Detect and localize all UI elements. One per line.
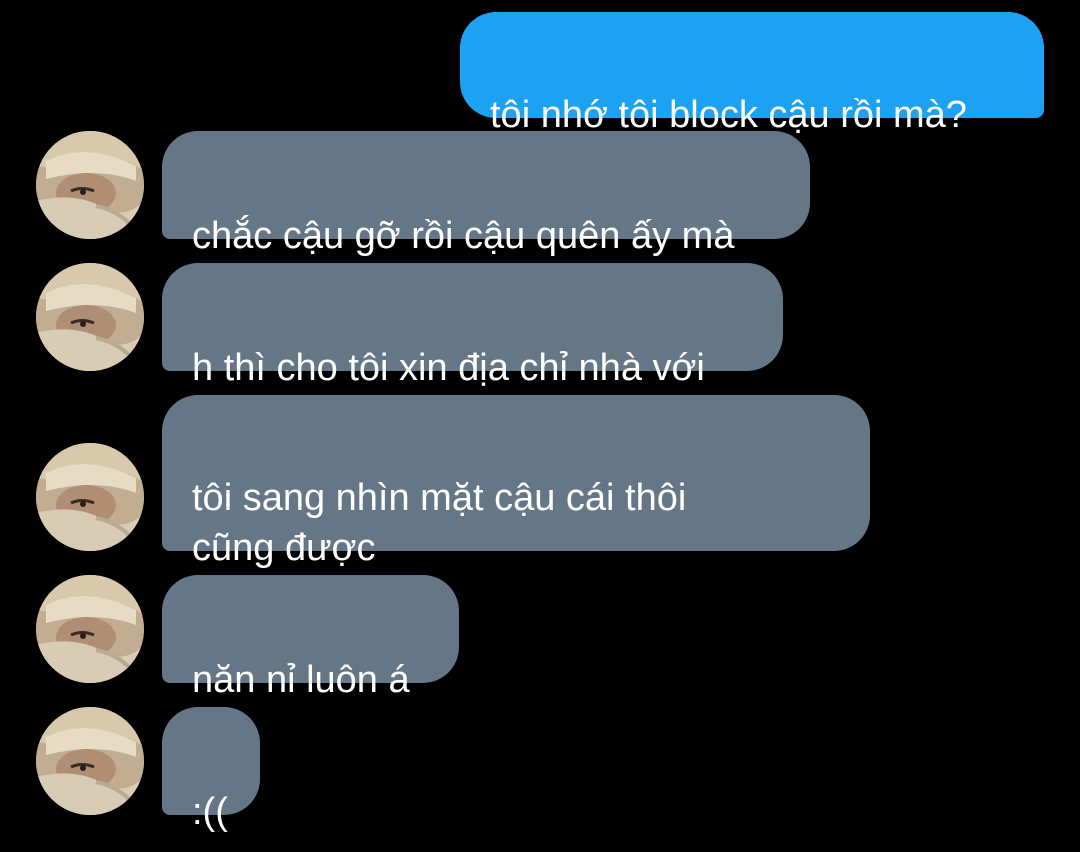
avatar-photo bbox=[36, 263, 144, 371]
avatar-photo bbox=[36, 707, 144, 815]
message-text: h thì cho tôi xin địa chỉ nhà với bbox=[192, 347, 705, 389]
avatar[interactable] bbox=[36, 263, 144, 371]
avatar[interactable] bbox=[36, 443, 144, 551]
avatar-photo bbox=[36, 575, 144, 683]
avatar[interactable] bbox=[36, 131, 144, 239]
avatar-photo bbox=[36, 131, 144, 239]
message-bubble-received[interactable]: tôi sang nhìn mặt cậu cái thôi cũng được bbox=[162, 395, 870, 569]
message-text: tôi nhớ tôi block cậu rồi mà? bbox=[490, 94, 967, 136]
message-bubble-received[interactable]: chắc cậu gỡ rồi cậu quên ấy mà bbox=[162, 131, 810, 257]
message-text: chắc cậu gỡ rồi cậu quên ấy mà bbox=[192, 215, 735, 257]
message-bubble-sent[interactable]: tôi nhớ tôi block cậu rồi mà? bbox=[460, 12, 1044, 136]
message-text: năn nỉ luôn á bbox=[192, 659, 410, 701]
avatar[interactable] bbox=[36, 575, 144, 683]
avatar[interactable] bbox=[36, 707, 144, 815]
message-bubble-received[interactable]: h thì cho tôi xin địa chỉ nhà với bbox=[162, 263, 783, 389]
message-bubble-received[interactable]: năn nỉ luôn á bbox=[162, 575, 459, 701]
message-bubble-received[interactable]: :(( bbox=[162, 707, 260, 833]
message-text: :(( bbox=[192, 791, 228, 833]
message-text: tôi sang nhìn mặt cậu cái thôi cũng được bbox=[192, 477, 687, 569]
avatar-photo bbox=[36, 443, 144, 551]
